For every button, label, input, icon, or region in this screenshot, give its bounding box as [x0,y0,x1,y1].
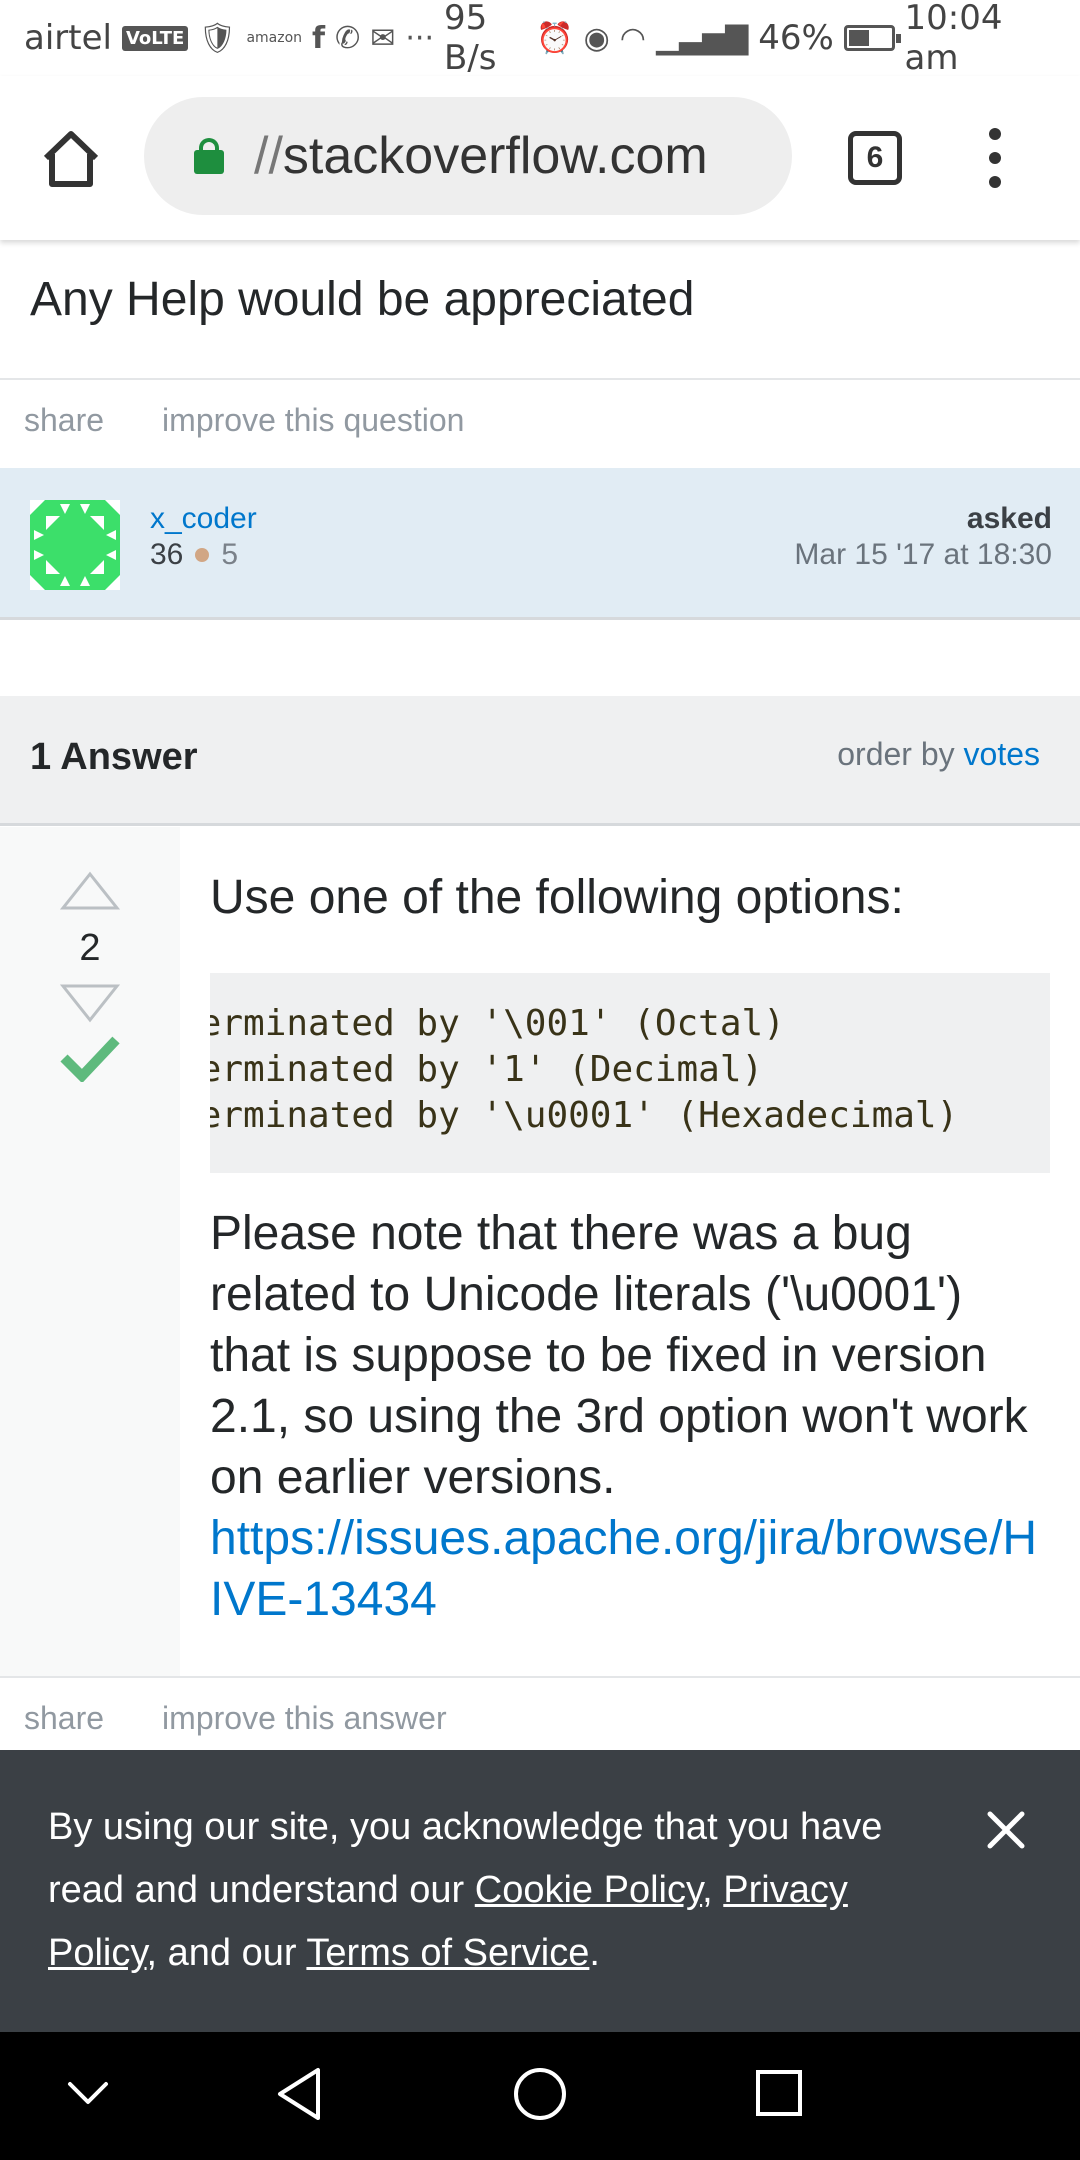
vote-count: 2 [79,927,101,969]
battery-icon [843,25,901,51]
cookie-text-3: . [589,1932,600,1974]
more-notifications-icon: ··· [405,20,434,56]
home-icon[interactable] [40,128,102,190]
downvote-icon[interactable] [59,983,121,1028]
browser-toolbar: //stackoverflow.com 6 [0,76,1080,240]
question-text: Any Help would be appreciated [30,273,695,326]
tab-count: 6 [866,141,884,174]
code-line: terminated by '1' (Decimal) [210,1049,764,1090]
question-menu: share improve this question [24,402,464,439]
system-nav-bar [0,2032,1080,2160]
issue-link[interactable]: https://issues.apache.org/jira/browse/HI… [210,1508,1050,1630]
order-by-votes-link[interactable]: votes [964,736,1040,772]
volte-icon: VoLTE [121,25,189,51]
url-host: stackoverflow.com [282,127,708,185]
bronze-badge-count: 5 [221,538,239,571]
wifi-icon: ◠ [619,20,646,56]
answers-header: 1 Answer order by votes [0,696,1080,826]
code-block: terminated by '\001' (Octal) terminated … [210,973,1050,1173]
signal-icon: ▁▃▅▇ [655,20,749,56]
tabs-icon[interactable]: 6 [848,131,902,185]
user-card: x_coder 36 5 asked Mar 15 '17 at 18:30 [0,468,1080,620]
close-icon[interactable] [984,1808,1028,1852]
eye-icon: ◉ [583,20,610,56]
lock-icon [194,138,224,174]
alarm-icon: ⏰ [536,20,574,56]
order-by-label: order by [837,736,955,772]
user-reputation: 36 5 [150,538,238,572]
accepted-check-icon [60,1032,120,1087]
reputation-score: 36 [150,538,184,571]
divider [0,378,1080,380]
address-bar[interactable]: //stackoverflow.com [144,97,792,215]
answer-menu: share improve this answer [24,1700,447,1737]
cookie-banner: By using our site, you acknowledge that … [0,1750,1080,2032]
cookie-text-2: , and our [146,1932,307,1974]
status-bar: airtel VoLTE 🛡 amazon f ✆ ✉ ··· 95 B/s ⏰… [0,0,1080,78]
amazon-icon: amazon [246,30,303,46]
nav-home-icon[interactable] [512,2066,568,2127]
cookie-sep: , [702,1869,724,1911]
carrier-name: airtel [24,18,112,58]
vote-column: 2 [0,827,180,1677]
clock: 10:04 am [904,0,1003,78]
nav-back-icon[interactable] [274,2066,324,2127]
divider [0,1676,1080,1678]
net-speed: 95 B/s [444,0,497,78]
mail-icon: ✉ [370,20,396,56]
terms-of-service-link[interactable]: Terms of Service [306,1932,589,1974]
code-line: terminated by '\u0001' (Hexadecimal) [210,1095,959,1136]
nav-recents-icon[interactable] [754,2068,804,2123]
nav-collapse-icon[interactable] [66,2078,110,2113]
whatsapp-icon: ✆ [335,20,361,56]
code-line: terminated by '\001' (Octal) [210,1003,785,1044]
menu-icon[interactable] [980,128,1010,188]
answers-count: 1 Answer [30,736,198,778]
bronze-badge-icon [195,548,210,562]
battery-fill [848,30,870,46]
avatar[interactable] [30,500,120,590]
facebook-icon: f [312,20,326,56]
improve-question-link[interactable]: improve this question [162,402,464,439]
answer-body: Use one of the following options: termin… [210,870,1050,1630]
improve-answer-link[interactable]: improve this answer [162,1700,447,1737]
order-by: order by votes [837,736,1040,773]
asked-label: asked [966,502,1052,535]
status-right: ⏰ ◉ ◠ ▁▃▅▇ 46% 10:04 am [536,0,1056,78]
cookie-text: By using our site, you acknowledge that … [48,1796,928,1985]
cookie-policy-link[interactable]: Cookie Policy [475,1869,702,1911]
status-left: airtel VoLTE 🛡 amazon f ✆ ✉ ··· 95 B/s [24,0,536,78]
asked-date: Mar 15 '17 at 18:30 [794,538,1052,571]
answer-intro: Use one of the following options: [210,871,904,924]
battery-percent: 46% [758,18,834,58]
shield-icon: 🛡 [198,20,237,56]
url-scheme: // [254,127,283,185]
share-answer-link[interactable]: share [24,1700,104,1737]
username-link[interactable]: x_coder [150,502,257,536]
answer-note: Please note that there was a bug related… [210,1207,1028,1504]
upvote-icon[interactable] [59,871,121,916]
share-question-link[interactable]: share [24,402,104,439]
